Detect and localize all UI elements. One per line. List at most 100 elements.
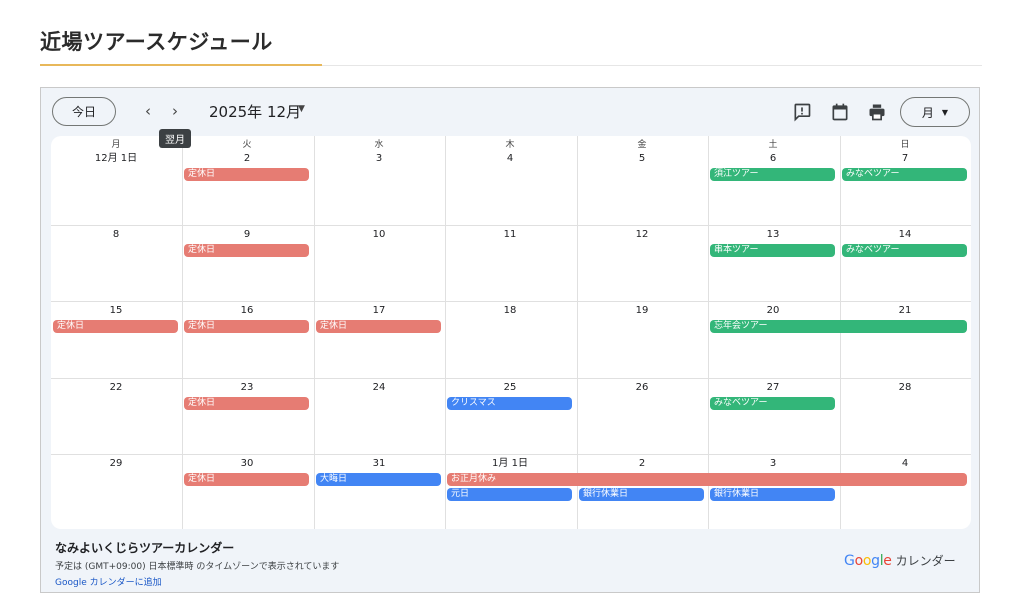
day-number: 4	[901, 458, 909, 469]
month-dropdown-caret[interactable]: ▼	[298, 104, 305, 114]
day-cell-header[interactable]: 28	[840, 381, 970, 394]
day-cell-header[interactable]: 13	[708, 228, 838, 241]
day-cell-header[interactable]: 11	[445, 228, 575, 241]
calendar-event[interactable]: 銀行休業日	[710, 488, 835, 501]
day-cell-header[interactable]: 金5	[577, 139, 707, 165]
day-cell-header[interactable]: 20	[708, 304, 838, 317]
day-cell-header[interactable]: 10	[314, 228, 444, 241]
calendar-event[interactable]: 須江ツアー	[710, 168, 835, 181]
day-number: 16	[240, 305, 254, 316]
column-divider	[708, 136, 709, 529]
calendar-event[interactable]: お正月休み	[447, 473, 967, 486]
day-cell-header[interactable]: 2	[577, 457, 707, 470]
feedback-icon[interactable]	[792, 102, 812, 122]
day-number: 3	[375, 153, 383, 164]
column-divider	[445, 136, 446, 529]
calendar-icon[interactable]	[830, 102, 850, 122]
google-calendar-brand[interactable]: Google カレンダー	[844, 552, 956, 569]
calendar-embed: 今日 ‹ › 翌月 2025年 12月 ▼ 月 ▼ 月 12月 1日火 2 水 3 木 4 金…	[40, 87, 980, 593]
current-month-label[interactable]: 2025年 12月	[209, 101, 301, 122]
view-mode-dropdown[interactable]: 月 ▼	[900, 97, 970, 127]
day-cell-header[interactable]: 1月 1日	[445, 457, 575, 470]
day-number: 2	[638, 458, 646, 469]
calendar-event[interactable]: 定休日	[184, 397, 309, 410]
day-cell-header[interactable]: 15	[51, 304, 181, 317]
day-cell-header[interactable]: 土6	[708, 139, 838, 165]
day-number: 14	[898, 229, 912, 240]
weekday-label: 水	[374, 140, 384, 150]
day-cell-header[interactable]: 31	[314, 457, 444, 470]
day-cell-header[interactable]: 木4	[445, 139, 575, 165]
calendar-event[interactable]: みなベツアー	[842, 168, 967, 181]
day-cell-header[interactable]: 16	[182, 304, 312, 317]
day-cell-header[interactable]: 17	[314, 304, 444, 317]
day-cell-header[interactable]: 19	[577, 304, 707, 317]
day-number: 25	[503, 382, 517, 393]
day-number: 24	[372, 382, 386, 393]
day-cell-header[interactable]: 24	[314, 381, 444, 394]
calendar-event[interactable]: 銀行休業日	[579, 488, 704, 501]
calendar-event[interactable]: 定休日	[184, 244, 309, 257]
day-number: 2	[243, 153, 251, 164]
day-number: 17	[372, 305, 386, 316]
page-title: 近場ツアースケジュール	[40, 30, 273, 54]
day-number: 23	[240, 382, 254, 393]
calendar-event[interactable]: 忘年会ツアー	[710, 320, 967, 333]
day-number: 28	[898, 382, 912, 393]
day-cell-header[interactable]: 12	[577, 228, 707, 241]
day-number: 20	[766, 305, 780, 316]
next-month-button[interactable]: ›	[164, 100, 186, 122]
day-number: 5	[638, 153, 646, 164]
day-number: 31	[372, 458, 386, 469]
month-grid: 月 12月 1日火 2 水 3 木 4 金 5 土 6 日 7 8 9 10 11 12 13 14 15 16 17 18 1…	[51, 136, 971, 529]
day-number: 1月 1日	[492, 458, 528, 469]
calendar-event[interactable]: 定休日	[53, 320, 178, 333]
day-number: 11	[503, 229, 517, 240]
calendar-event[interactable]: 串本ツアー	[710, 244, 835, 257]
day-cell-header[interactable]: 9	[182, 228, 312, 241]
day-cell-header[interactable]: 4	[840, 457, 970, 470]
day-number: 7	[901, 153, 909, 164]
day-number: 3	[769, 458, 777, 469]
calendar-event[interactable]: 大晦日	[316, 473, 441, 486]
day-cell-header[interactable]: 23	[182, 381, 312, 394]
day-cell-header[interactable]: 25	[445, 381, 575, 394]
day-cell-header[interactable]: 30	[182, 457, 312, 470]
today-button[interactable]: 今日	[52, 97, 116, 126]
day-number: 9	[243, 229, 251, 240]
weekday-label: 土	[768, 140, 778, 150]
print-icon[interactable]	[867, 102, 887, 122]
day-cell-header[interactable]: 18	[445, 304, 575, 317]
day-cell-header[interactable]: 8	[51, 228, 181, 241]
calendar-event[interactable]: 定休日	[184, 168, 309, 181]
chevron-down-icon: ▼	[941, 107, 949, 117]
day-cell-header[interactable]: 27	[708, 381, 838, 394]
row-divider	[51, 378, 971, 379]
day-cell-header[interactable]: 3	[708, 457, 838, 470]
day-number: 21	[898, 305, 912, 316]
day-number: 4	[506, 153, 514, 164]
day-cell-header[interactable]: 14	[840, 228, 970, 241]
calendar-event[interactable]: 定休日	[184, 473, 309, 486]
day-cell-header[interactable]: 26	[577, 381, 707, 394]
day-number: 26	[635, 382, 649, 393]
calendar-event[interactable]: 定休日	[184, 320, 309, 333]
day-cell-header[interactable]: 火2	[182, 139, 312, 165]
calendar-event[interactable]: みなベツアー	[710, 397, 835, 410]
calendar-event[interactable]: 元日	[447, 488, 572, 501]
row-divider	[51, 301, 971, 302]
day-cell-header[interactable]: 水3	[314, 139, 444, 165]
prev-month-button[interactable]: ‹	[137, 100, 159, 122]
day-number: 6	[769, 153, 777, 164]
calendar-event[interactable]: 定休日	[316, 320, 441, 333]
row-divider	[51, 225, 971, 226]
add-to-google-calendar-link[interactable]: Google カレンダーに追加	[55, 575, 162, 588]
day-cell-header[interactable]: 22	[51, 381, 181, 394]
day-cell-header[interactable]: 日7	[840, 139, 970, 165]
day-cell-header[interactable]: 21	[840, 304, 970, 317]
calendar-event[interactable]: みなベツアー	[842, 244, 967, 257]
day-number: 12	[635, 229, 649, 240]
day-number: 30	[240, 458, 254, 469]
calendar-event[interactable]: クリスマス	[447, 397, 572, 410]
day-cell-header[interactable]: 29	[51, 457, 181, 470]
